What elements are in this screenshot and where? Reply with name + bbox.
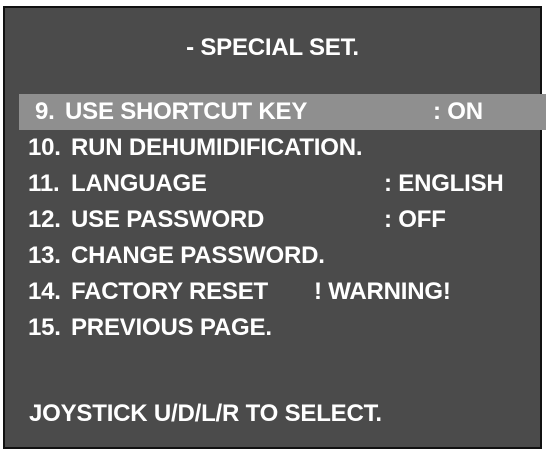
menu-item-language[interactable]: 11. LANGUAGE : ENGLISH (5, 166, 504, 202)
menu-item-number: 12. (28, 206, 61, 233)
menu-item-label: RUN DEHUMIDIFICATION. (71, 134, 363, 161)
menu-title: - SPECIAL SET. (186, 34, 359, 61)
instruction-text: JOYSTICK U/D/L/R TO SELECT. (29, 400, 382, 427)
menu-item-number: 11. (28, 170, 60, 197)
menu-item-label: FACTORY RESET (71, 278, 268, 305)
menu-item-value: : ENGLISH (384, 170, 504, 197)
menu-item-run-dehumidification[interactable]: 10. RUN DEHUMIDIFICATION. (5, 130, 363, 166)
osd-menu-panel: - SPECIAL SET. 9. USE SHORTCUT KEY : ON … (3, 6, 546, 449)
menu-item-label: USE SHORTCUT KEY (65, 98, 308, 125)
menu-item-change-password[interactable]: 13. CHANGE PASSWORD. (5, 238, 325, 274)
menu-item-value: : ON (433, 98, 483, 125)
menu-item-number: 9. (35, 98, 55, 125)
menu-item-use-password[interactable]: 12. USE PASSWORD : OFF (5, 202, 446, 238)
menu-item-use-shortcut-key[interactable]: 9. USE SHORTCUT KEY : ON (19, 94, 546, 130)
menu-item-factory-reset[interactable]: 14. FACTORY RESET ! WARNING! (5, 274, 451, 310)
menu-item-label: LANGUAGE (71, 170, 207, 197)
menu-item-label: USE PASSWORD (71, 206, 265, 233)
menu-item-number: 13. (28, 242, 61, 269)
menu-item-value: : OFF (384, 206, 446, 233)
menu-item-number: 15. (28, 314, 61, 341)
menu-item-previous-page[interactable]: 15. PREVIOUS PAGE. (5, 310, 272, 346)
menu-item-number: 10. (28, 134, 61, 161)
menu-item-warning: ! WARNING! (314, 278, 451, 305)
menu-item-label: PREVIOUS PAGE. (71, 314, 272, 341)
menu-item-number: 14. (28, 278, 61, 305)
menu-item-label: CHANGE PASSWORD. (71, 242, 325, 269)
